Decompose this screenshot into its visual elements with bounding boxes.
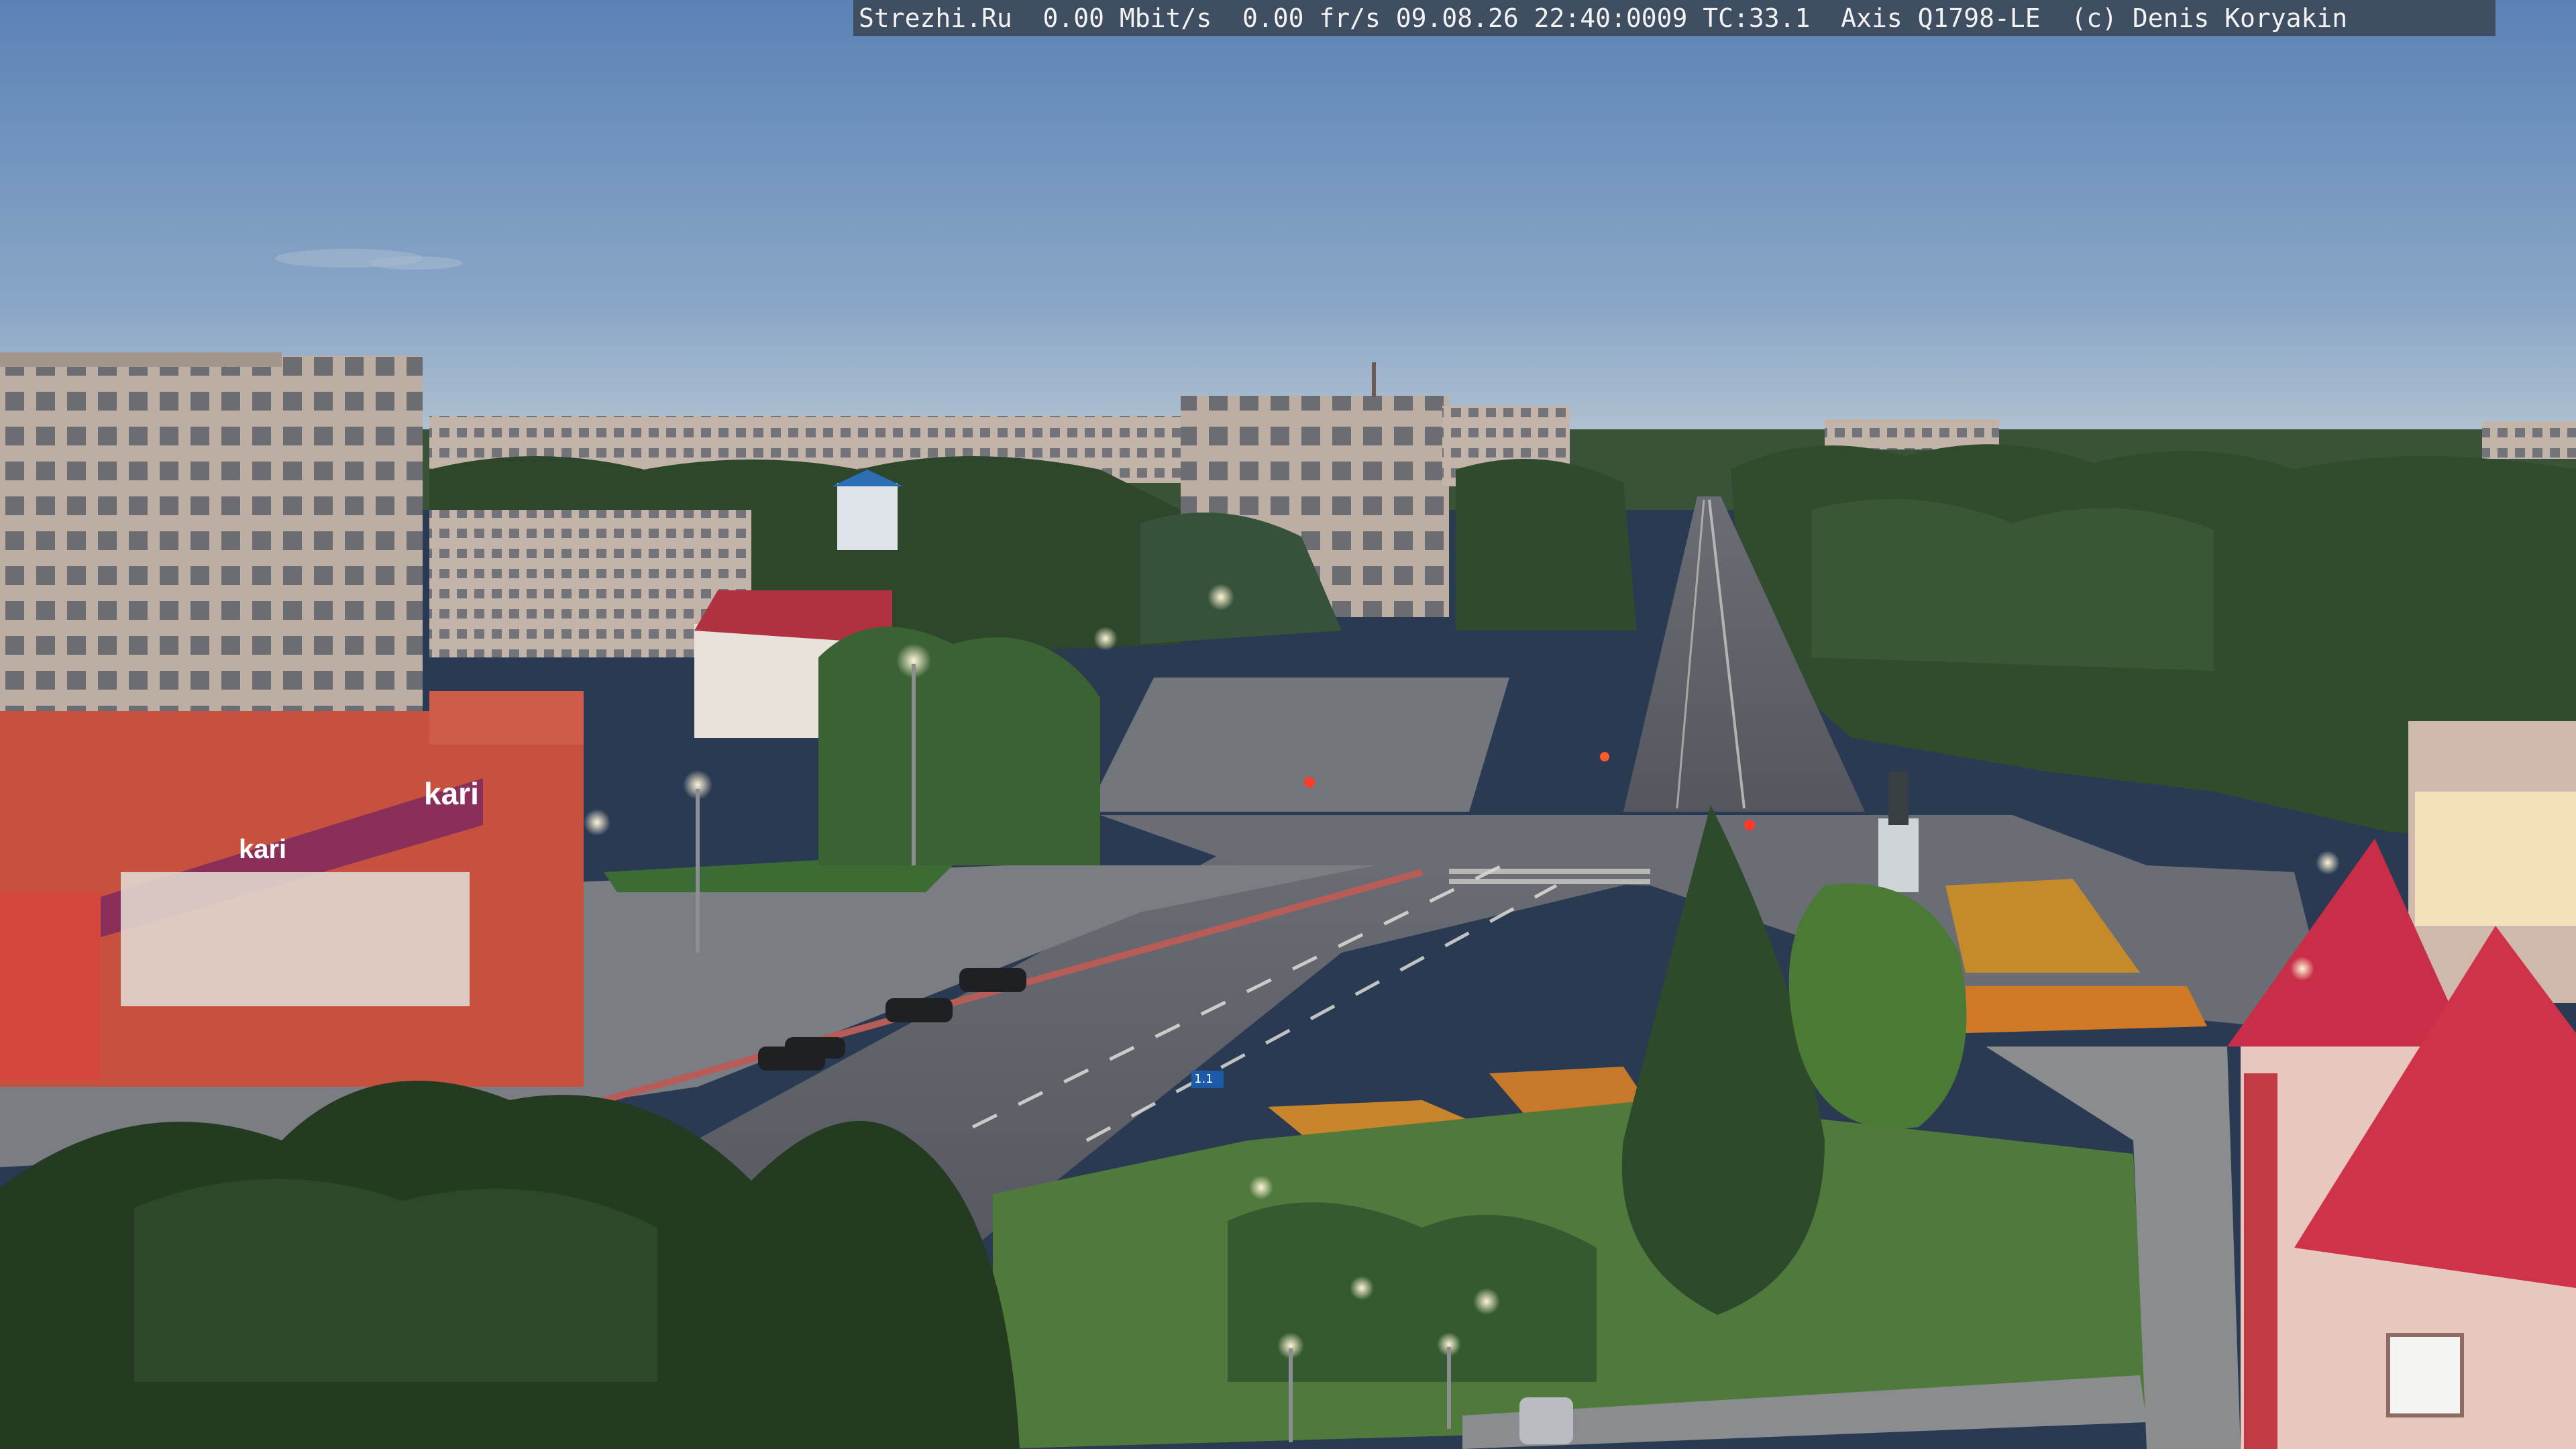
- tower-sign: [2244, 1073, 2277, 1449]
- camera-frame: kari kari 1.1 Strezhi.Ru 0.00 Mbit/s 0.0…: [0, 0, 2576, 1449]
- apartment-left-top: [0, 352, 282, 367]
- foreground-trees-highlight: [134, 1179, 657, 1382]
- store-sign-small: kari: [239, 835, 287, 864]
- cloud: [369, 256, 463, 270]
- tower-window: [2386, 1333, 2464, 1417]
- flowerbed: [1966, 986, 2207, 1033]
- store-upper: [429, 691, 584, 745]
- store-ground: [121, 872, 470, 1006]
- forest-right-highlight: [1811, 499, 2214, 671]
- distant-building: [2482, 421, 2576, 459]
- camera-overlay: Strezhi.Ru 0.00 Mbit/s 0.00 fr/s 09.08.2…: [853, 0, 2496, 36]
- monument-figure: [1888, 771, 1909, 825]
- store-sign: kari: [424, 776, 479, 811]
- tree-cluster: [818, 627, 1100, 865]
- blue-tower: [837, 483, 898, 550]
- store-corner: [0, 892, 101, 1080]
- city-scene: [0, 0, 2576, 1449]
- plaza-upper: [1087, 678, 1509, 812]
- civic-lit-facade: [2415, 792, 2576, 926]
- forest-center-right: [1456, 459, 1637, 631]
- monument-pedestal: [1878, 818, 1919, 892]
- road-sign-label: 1.1: [1194, 1072, 1214, 1086]
